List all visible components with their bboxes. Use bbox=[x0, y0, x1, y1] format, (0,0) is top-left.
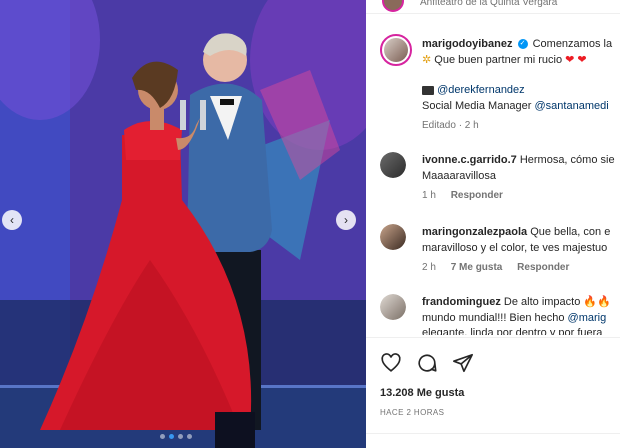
fire-emoji: 🔥🔥 bbox=[583, 296, 611, 308]
carousel-dot[interactable] bbox=[187, 434, 192, 439]
carousel-dot-active[interactable] bbox=[169, 434, 174, 439]
mention-derek[interactable]: @derekfernandez bbox=[437, 84, 525, 96]
comment-time: 1 h bbox=[422, 190, 436, 201]
actions-divider bbox=[366, 337, 620, 338]
caption-line-3: @derekfernandez bbox=[422, 82, 620, 98]
comment-text: Hermosa, cómo sie bbox=[519, 154, 615, 166]
post-header: Anfiteatro de la Quinta Vergara bbox=[366, 0, 620, 14]
comment-meta: 1 h Responder bbox=[422, 190, 515, 201]
verified-badge-icon: ✓ bbox=[517, 39, 528, 50]
comment-text: Que bella, con e bbox=[530, 226, 611, 238]
comment-text-2: mundo mundial!!! Bien hecho bbox=[422, 312, 565, 324]
comment-avatar[interactable] bbox=[380, 224, 406, 250]
comment-item: frandominguez De alto impacto 🔥🔥 mundo m… bbox=[380, 294, 620, 340]
comment-line-2: mundo mundial!!! Bien hecho @marig bbox=[422, 310, 620, 326]
post-time: HACE 2 HORAS bbox=[380, 408, 445, 417]
comment-likes[interactable]: 7 Me gusta bbox=[451, 262, 503, 273]
carousel-dot[interactable] bbox=[160, 434, 165, 439]
location-link[interactable]: Anfiteatro de la Quinta Vergara bbox=[420, 0, 557, 8]
chevron-right-icon[interactable]: › bbox=[336, 210, 356, 230]
post-photo[interactable]: ‹ › bbox=[0, 0, 366, 448]
reply-button[interactable]: Responder bbox=[451, 190, 503, 201]
stage-scene bbox=[0, 0, 366, 448]
comment-item: maringonzalezpaola Que bella, con e mara… bbox=[380, 224, 620, 284]
comment-line-1: frandominguez De alto impacto 🔥🔥 bbox=[422, 294, 620, 310]
comment-avatar[interactable] bbox=[380, 294, 406, 320]
star-emoji-icon: ✲ bbox=[422, 54, 432, 66]
caption-text-2: Que buen partner mi rucio bbox=[434, 54, 563, 66]
like-count[interactable]: 13.208 Me gusta bbox=[380, 387, 464, 399]
comment-line-2: Maaaaravillosa bbox=[422, 170, 496, 182]
post-panel: Anfiteatro de la Quinta Vergara marigodo… bbox=[366, 0, 620, 448]
bottom-divider bbox=[366, 433, 620, 434]
caption-role-text: Social Media Manager bbox=[422, 100, 532, 112]
caption-avatar[interactable] bbox=[380, 34, 412, 66]
paper-plane-icon[interactable] bbox=[452, 352, 474, 374]
carousel-dots bbox=[160, 434, 192, 439]
comment-text: De alto impacto bbox=[503, 296, 581, 308]
comment-username[interactable]: maringonzalezpaola bbox=[422, 226, 527, 238]
comment-line-1: ivonne.c.garrido.7 Hermosa, cómo sie bbox=[422, 152, 620, 168]
comment-meta: 2 h 7 Me gusta Responder bbox=[422, 262, 581, 273]
carousel-dot[interactable] bbox=[178, 434, 183, 439]
comment-line-1: maringonzalezpaola Que bella, con e bbox=[422, 224, 620, 240]
caption-edited: Editado · 2 h bbox=[422, 120, 479, 131]
comment-username[interactable]: frandominguez bbox=[422, 296, 501, 308]
heart-outline-icon[interactable] bbox=[380, 352, 402, 374]
caption-username[interactable]: marigodoyibanez bbox=[422, 38, 512, 50]
camera-emoji-icon bbox=[422, 85, 434, 95]
comment-item: ivonne.c.garrido.7 Hermosa, cómo sie Maa… bbox=[380, 152, 620, 212]
red-heart-emoji: ❤ ❤ bbox=[565, 54, 587, 66]
reply-button[interactable]: Responder bbox=[517, 262, 569, 273]
action-bar bbox=[380, 352, 474, 374]
chevron-left-icon[interactable]: ‹ bbox=[2, 210, 22, 230]
caption: marigodoyibanez ✓ Comenzamos la ✲ Que bu… bbox=[380, 34, 620, 134]
author-avatar[interactable] bbox=[382, 0, 404, 12]
comment-avatar[interactable] bbox=[380, 152, 406, 178]
comment-line-3: elegante, linda por dentro y por fuera bbox=[422, 327, 603, 335]
mention-santanamedi[interactable]: @santanamedi bbox=[535, 100, 609, 112]
comment-bubble-icon[interactable] bbox=[416, 352, 438, 374]
comment-username[interactable]: ivonne.c.garrido.7 bbox=[422, 154, 517, 166]
caption-line-4: Social Media Manager @santanamedi bbox=[422, 98, 620, 114]
comment-time: 2 h bbox=[422, 262, 436, 273]
comment-line-2: maravilloso y el color, te ves majestuo bbox=[422, 242, 608, 254]
caption-line-2: ✲ Que buen partner mi rucio ❤ ❤ bbox=[422, 52, 620, 68]
caption-text-1: Comenzamos la bbox=[532, 38, 613, 50]
mention-marig[interactable]: @marig bbox=[568, 312, 607, 324]
caption-line-1: marigodoyibanez ✓ Comenzamos la bbox=[422, 36, 620, 52]
